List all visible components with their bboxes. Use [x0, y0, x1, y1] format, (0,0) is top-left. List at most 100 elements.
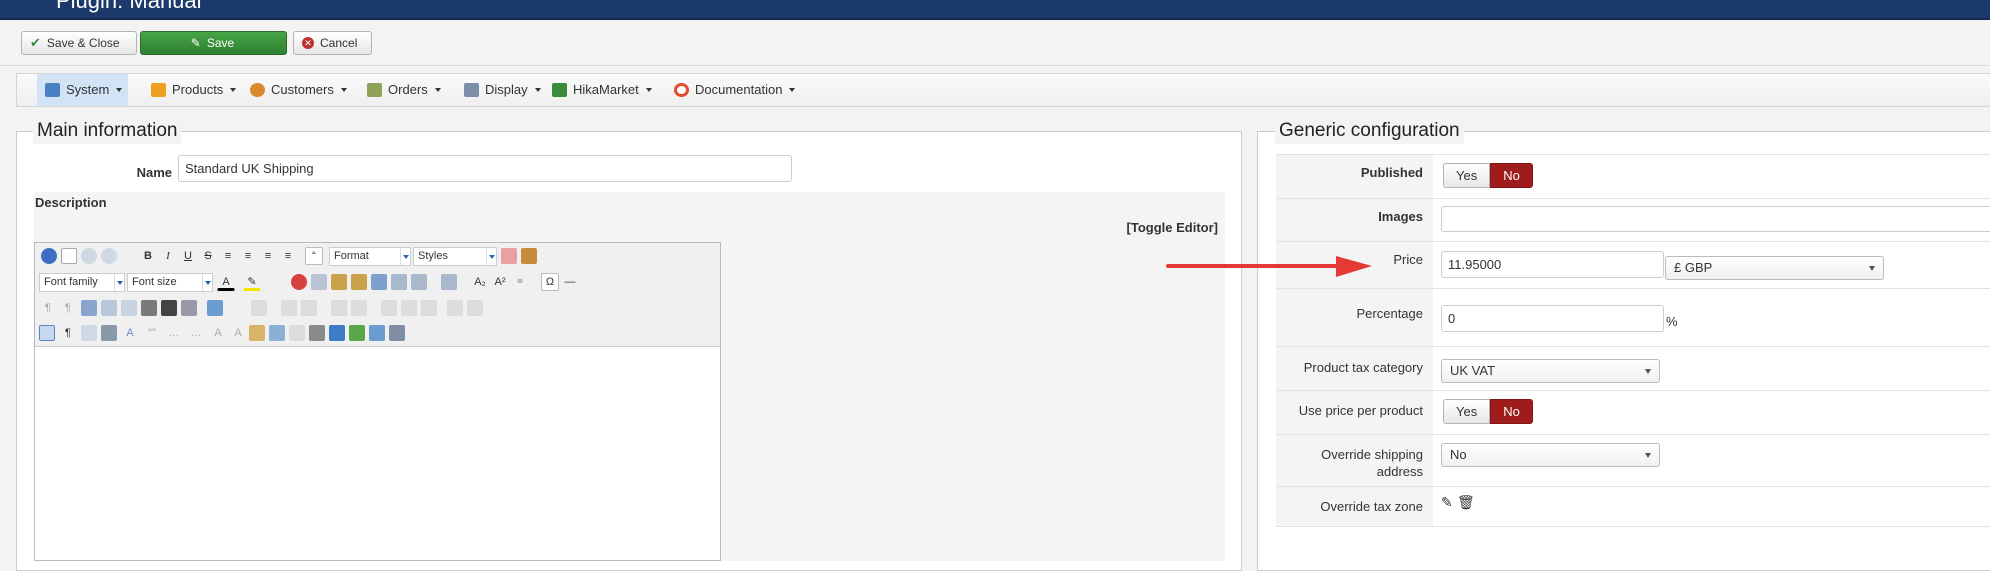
special-character-icon[interactable]: Ω [541, 273, 559, 291]
currency-select[interactable]: £ GBP [1665, 256, 1884, 280]
cleanup-icon[interactable] [521, 248, 537, 264]
insert-text-icon[interactable]: A [229, 324, 247, 342]
quote-icon[interactable]: “” [143, 324, 161, 342]
readmore-icon[interactable] [369, 325, 385, 341]
delete-row-icon[interactable] [351, 300, 367, 316]
price-input[interactable]: 11.95000 [1441, 251, 1664, 278]
cut-icon[interactable] [291, 274, 307, 290]
bullet-list-icon[interactable] [441, 274, 457, 290]
published-no-option[interactable]: No [1490, 163, 1533, 188]
eraser-icon[interactable] [501, 248, 517, 264]
numbered-list-icon[interactable] [411, 274, 427, 290]
cell-props-icon[interactable] [281, 300, 297, 316]
spellcheck-icon[interactable] [349, 325, 365, 341]
align-right-icon[interactable]: ≡ [259, 247, 277, 265]
media-icon[interactable] [329, 325, 345, 341]
published-yes-option[interactable]: Yes [1443, 163, 1491, 188]
use-price-per-product-toggle[interactable]: Yes No [1443, 399, 1533, 424]
horizontal-rule-icon[interactable]: — [561, 273, 579, 291]
align-left-icon[interactable]: ≡ [219, 247, 237, 265]
published-toggle[interactable]: Yes No [1443, 163, 1533, 188]
bold-button[interactable]: B [139, 247, 157, 265]
font-size-select[interactable]: Font size [127, 273, 213, 292]
subscript-icon[interactable]: A₂ [471, 273, 489, 291]
use-price-yes-option[interactable]: Yes [1443, 399, 1491, 424]
cancel-button[interactable]: ✕ Cancel [293, 31, 372, 55]
align-center-icon[interactable]: ≡ [239, 247, 257, 265]
unlink-icon[interactable]: ⚭ [511, 273, 529, 291]
undo-icon[interactable] [81, 248, 97, 264]
delete-text-icon[interactable]: A [209, 324, 227, 342]
code-icon[interactable] [121, 300, 137, 316]
split-cells-icon[interactable] [381, 300, 397, 316]
percentage-input[interactable]: 0 [1441, 305, 1664, 332]
tax-category-select[interactable]: UK VAT [1441, 359, 1660, 383]
link-icon[interactable] [309, 325, 325, 341]
name-input[interactable]: Standard UK Shipping [178, 155, 792, 182]
menu-customers[interactable]: Customers [242, 74, 353, 106]
justify-icon[interactable]: ≡ [279, 247, 297, 265]
underline-button[interactable]: U [179, 247, 197, 265]
copy-icon[interactable] [311, 274, 327, 290]
visual-aid-icon[interactable] [447, 300, 463, 316]
strikethrough-button[interactable]: S [199, 247, 217, 265]
blockquote-icon[interactable]: “ [305, 247, 323, 265]
acronym-icon[interactable]: … [187, 324, 205, 342]
menu-hikamarket[interactable]: HikaMarket [544, 74, 658, 106]
menu-display[interactable]: Display [456, 74, 547, 106]
paste-icon[interactable] [331, 274, 347, 290]
save-button[interactable]: ✎ Save [140, 31, 287, 55]
row-props-icon[interactable] [251, 300, 267, 316]
menu-orders[interactable]: Orders [359, 74, 447, 106]
paste-text-icon[interactable] [351, 274, 367, 290]
paste-word-icon[interactable] [371, 274, 387, 290]
images-field[interactable] [1441, 206, 1990, 232]
insert-row-icon[interactable] [301, 300, 317, 316]
use-price-no-option[interactable]: No [1490, 399, 1533, 424]
template-icon[interactable] [81, 325, 97, 341]
menu-documentation[interactable]: Documentation [666, 74, 801, 106]
menu-products[interactable]: Products [143, 74, 242, 106]
trash-icon[interactable]: 🗑 [1457, 494, 1475, 511]
replace-icon[interactable] [181, 300, 197, 316]
image-icon[interactable] [289, 325, 305, 341]
row-divider [1276, 486, 1990, 487]
abbr-icon[interactable]: … [165, 324, 183, 342]
style-props-icon[interactable]: A [121, 324, 139, 342]
styles-select[interactable]: Styles [413, 247, 497, 266]
toggle-editor-link[interactable]: [Toggle Editor] [1100, 220, 1218, 235]
ltr-icon[interactable]: ¶ [39, 299, 57, 317]
redo-icon[interactable] [101, 248, 117, 264]
menu-system[interactable]: System [37, 74, 129, 106]
pilcrow-icon[interactable]: ¶ [59, 324, 77, 342]
pagebreak-icon[interactable] [389, 325, 405, 341]
preview-icon[interactable] [101, 300, 117, 316]
text-color-icon[interactable]: A [217, 273, 235, 291]
italic-button[interactable]: I [159, 247, 177, 265]
indent-icon[interactable] [391, 274, 407, 290]
override-shipping-select[interactable]: No [1441, 443, 1660, 467]
visual-blocks-icon[interactable] [39, 325, 55, 341]
table-icon[interactable] [207, 300, 223, 316]
help-icon[interactable] [41, 248, 57, 264]
fullscreen-icon[interactable] [81, 300, 97, 316]
layer-icon[interactable] [467, 300, 483, 316]
delete-column-icon[interactable] [421, 300, 437, 316]
highlight-color-icon[interactable]: ✎ [243, 273, 261, 291]
find-icon[interactable] [161, 300, 177, 316]
merge-cells-icon[interactable] [401, 300, 417, 316]
nonbreaking-icon[interactable] [101, 325, 117, 341]
rich-text-editor[interactable]: B I U S ≡ ≡ ≡ ≡ “ Format Styles Font fam… [34, 242, 721, 561]
save-close-button[interactable]: ✔ Save & Close [21, 31, 137, 55]
rtl-icon[interactable]: ¶ [59, 299, 77, 317]
new-document-icon[interactable] [61, 248, 77, 264]
anchor-icon[interactable] [269, 325, 285, 341]
edit-icon[interactable]: ✎ [1441, 494, 1453, 511]
attributes-icon[interactable] [249, 325, 265, 341]
superscript-icon[interactable]: A² [491, 273, 509, 291]
print-icon[interactable] [141, 300, 157, 316]
percentage-unit: % [1666, 314, 1678, 329]
font-family-select[interactable]: Font family [39, 273, 125, 292]
format-select[interactable]: Format [329, 247, 411, 266]
insert-column-icon[interactable] [331, 300, 347, 316]
